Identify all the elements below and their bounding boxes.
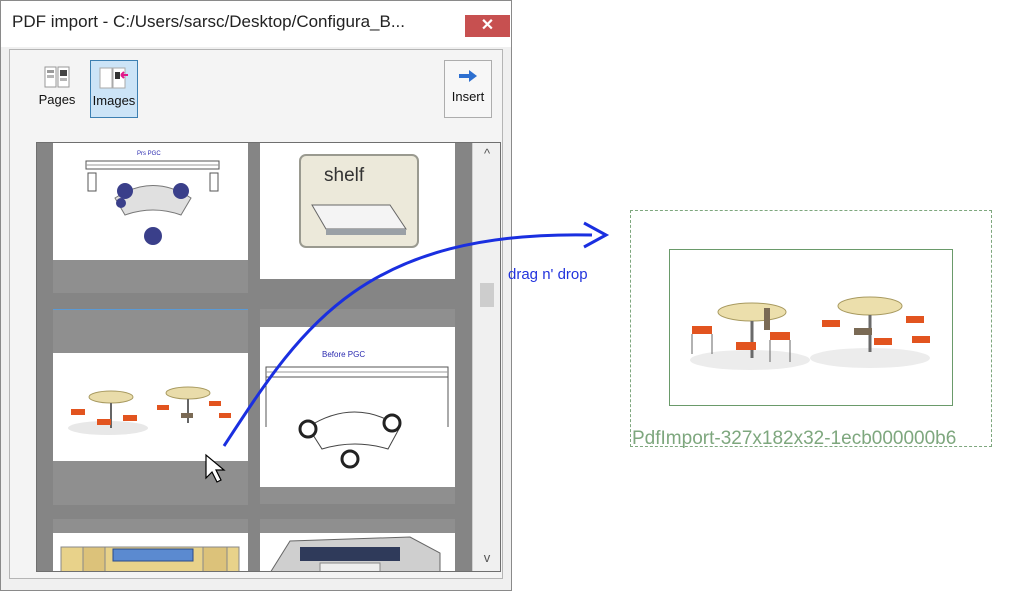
tables-chairs-image bbox=[690, 296, 930, 370]
dropped-image[interactable] bbox=[669, 249, 953, 406]
dropped-image-filename: PdfImport-327x182x32-1ecb000000b6 bbox=[632, 428, 957, 449]
drag-label: drag n' drop bbox=[508, 266, 588, 283]
mouse-cursor-icon bbox=[205, 453, 226, 483]
